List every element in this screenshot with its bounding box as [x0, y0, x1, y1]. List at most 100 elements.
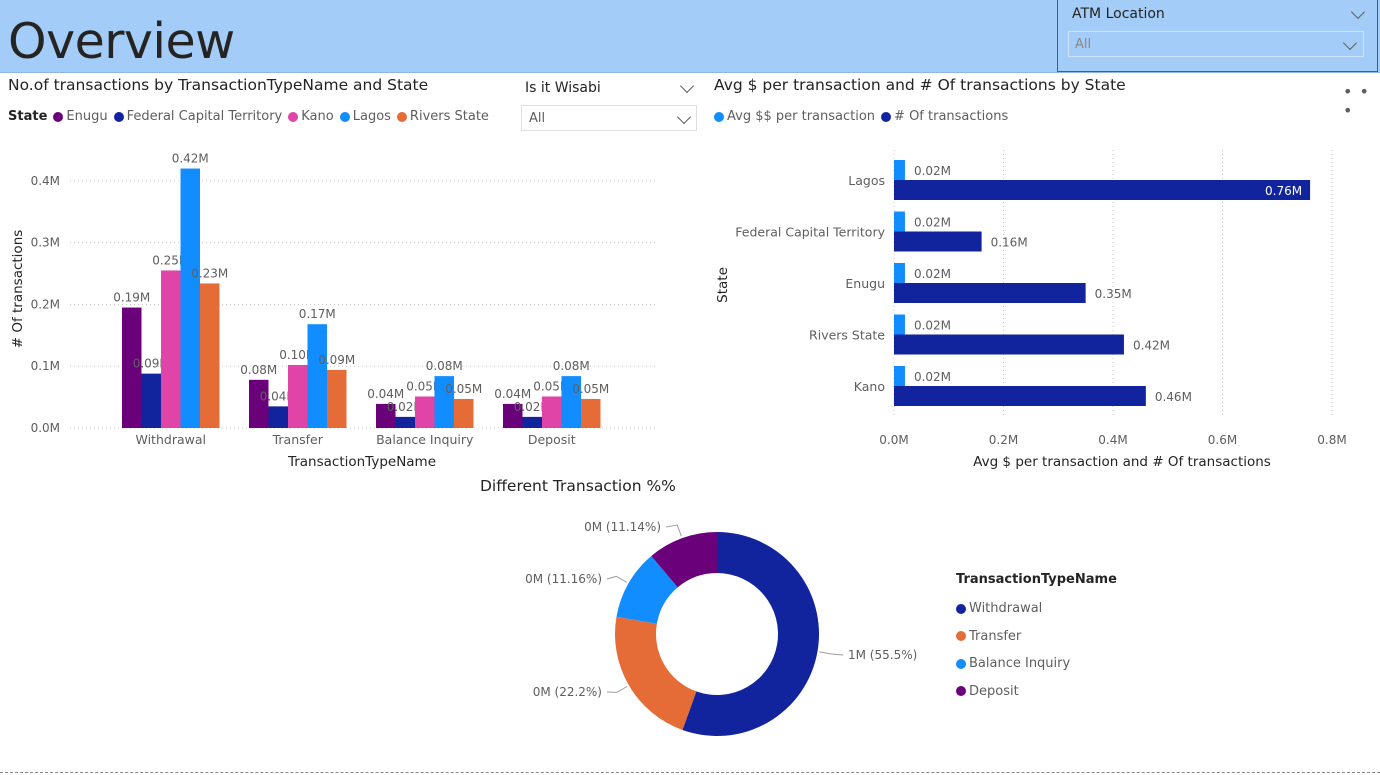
data-label: 0M (22.2%) — [533, 685, 602, 699]
legend-item-deposit[interactable]: Deposit — [956, 678, 1117, 706]
legend-item-avg[interactable]: Avg $$ per transaction — [714, 109, 875, 124]
data-label: 0.02M — [914, 319, 951, 333]
clustered-bar-chart[interactable]: 0.0M 0.2M 0.4M 0.6M 0.8M Lagos 0.02M 0.76M Feder… — [700, 130, 1380, 475]
bar-deposit-kano[interactable] — [542, 396, 562, 428]
bar-withdrawal-rivers-state[interactable] — [200, 283, 220, 428]
x-tick-label: 0.6M — [1208, 433, 1237, 447]
y-tick-label: 0.2M — [31, 297, 60, 311]
data-label: 0.42M — [172, 152, 209, 166]
data-label: 0.08M — [426, 359, 463, 373]
hbar-enugu-avg[interactable] — [894, 263, 905, 283]
donut-slice-transfer[interactable] — [615, 616, 697, 730]
data-label: 0.05M — [445, 382, 482, 396]
collapse-chevron-icon[interactable] — [1350, 4, 1366, 20]
data-label: 0.02M — [914, 267, 951, 281]
legend-dot-icon — [881, 111, 892, 122]
legend-dot-icon — [956, 603, 966, 614]
data-label: 0.16M — [991, 236, 1028, 250]
hbar-rivers-state-avg[interactable] — [894, 314, 905, 335]
data-label: 0.17M — [299, 307, 336, 321]
x-tick-label: Deposit — [528, 432, 576, 447]
atm-location-slicer[interactable]: ATM Location All — [1057, 0, 1378, 72]
legend-item-fct[interactable]: Federal Capital Territory — [113, 109, 282, 124]
legend-item-transfer[interactable]: Transfer — [956, 623, 1117, 651]
bar-deposit-federal-capital-territory[interactable] — [522, 416, 543, 428]
donut-legend-title: TransactionTypeName — [956, 572, 1117, 587]
more-options-icon[interactable]: • • • — [1343, 82, 1380, 120]
legend-item-withdrawal[interactable]: Withdrawal — [956, 595, 1117, 623]
hbar-enugu-count[interactable] — [894, 283, 1086, 303]
is-it-wisabi-slicer[interactable]: Is it Wisabi All — [521, 78, 698, 134]
data-label: 0.42M — [1133, 339, 1170, 353]
legend-dot-icon — [53, 111, 64, 122]
data-label: 0M (11.16%) — [525, 572, 602, 586]
bar-balance-inquiry-federal-capital-territory[interactable] — [395, 416, 416, 428]
legend-item-rivers[interactable]: Rivers State — [396, 109, 489, 124]
y-tick-label: Lagos — [848, 173, 885, 188]
data-label: 0M (11.14%) — [584, 520, 661, 534]
hbar-federal-capital-territory-avg[interactable] — [894, 211, 905, 232]
bar-balance-inquiry-kano[interactable] — [415, 396, 435, 428]
hbar-kano-avg[interactable] — [894, 366, 905, 386]
legend-dot-icon — [339, 111, 350, 122]
page-bottom-border — [0, 772, 1380, 773]
hbar-kano-count[interactable] — [894, 386, 1146, 406]
data-label: 0.08M — [553, 359, 590, 373]
legend-dot-icon — [956, 658, 966, 669]
x-tick-label: 0.2M — [989, 433, 1018, 447]
bar-transfer-federal-capital-territory[interactable] — [268, 406, 289, 428]
legend-item-kano[interactable]: Kano — [288, 109, 334, 124]
y-tick-label: 0.1M — [31, 359, 60, 373]
data-label: 0.19M — [113, 291, 150, 305]
legend-dot-icon — [288, 111, 299, 122]
data-label: 0.04M — [367, 387, 404, 401]
legend-dot-icon — [396, 111, 407, 122]
legend-label-enugu: Enugu — [66, 109, 108, 124]
y-tick-label: 0.0M — [31, 421, 60, 435]
chevron-down-icon[interactable] — [676, 109, 692, 125]
legend-label-withdrawal: Withdrawal — [969, 601, 1043, 617]
atm-location-dropdown[interactable]: All — [1068, 31, 1364, 57]
data-label: 0.02M — [914, 216, 951, 230]
x-tick-label: 0.0M — [879, 433, 908, 447]
legend-label-balance-inquiry: Balance Inquiry — [969, 656, 1071, 672]
legend-dot-icon — [956, 631, 966, 642]
legend-item-enugu[interactable]: Enugu — [53, 109, 108, 124]
bar-deposit-rivers-state[interactable] — [581, 398, 601, 428]
bar-withdrawal-lagos[interactable] — [180, 168, 201, 428]
hbar-lagos-avg[interactable] — [894, 160, 905, 180]
bar-transfer-lagos[interactable] — [307, 324, 328, 428]
legend-label-avg: Avg $$ per transaction — [727, 109, 876, 124]
bar-balance-inquiry-rivers-state[interactable] — [454, 398, 474, 428]
x-tick-label: Transfer — [272, 432, 324, 447]
donut-chart-title: Different Transaction %% — [480, 477, 676, 495]
legend-dot-icon — [113, 111, 124, 122]
bar-withdrawal-federal-capital-territory[interactable] — [141, 373, 162, 428]
legend-item-count[interactable]: # Of transactions — [881, 109, 1008, 124]
legend-item-lagos[interactable]: Lagos — [339, 109, 391, 124]
data-label: 0.23M — [191, 266, 228, 280]
bar-transfer-rivers-state[interactable] — [327, 369, 347, 428]
collapse-chevron-icon[interactable] — [679, 78, 695, 94]
is-it-wisabi-dropdown[interactable]: All — [521, 105, 697, 131]
atm-location-slicer-title: ATM Location — [1072, 6, 1165, 22]
data-label: 0.02M — [914, 370, 951, 384]
hbar-lagos-count[interactable] — [894, 180, 1311, 200]
is-it-wisabi-value: All — [529, 111, 546, 126]
chevron-down-icon[interactable] — [1342, 35, 1358, 51]
leader-line — [606, 575, 628, 583]
hbar-rivers-state-count[interactable] — [894, 334, 1124, 355]
is-it-wisabi-slicer-title: Is it Wisabi — [525, 80, 601, 96]
data-label: 0.08M — [240, 363, 277, 377]
bar-transfer-kano[interactable] — [288, 364, 308, 428]
data-label: 0.46M — [1155, 390, 1192, 404]
bar-transfer-enugu[interactable] — [249, 379, 269, 428]
bar-withdrawal-kano[interactable] — [161, 270, 181, 428]
x-tick-label: 0.8M — [1317, 433, 1346, 447]
legend-item-balance-inquiry[interactable]: Balance Inquiry — [956, 650, 1117, 678]
donut-chart[interactable]: 1M (55.5%) 0M (22.2%) 0M (11.16%) 0M (11.14… — [480, 505, 950, 765]
leader-line — [819, 651, 844, 656]
data-label: 0.02M — [914, 164, 951, 178]
clustered-column-chart[interactable]: 0.0M0.1M0.2M0.3M0.4M0.19M0.09M0.25M0.42M… — [0, 130, 700, 475]
hbar-federal-capital-territory-count[interactable] — [894, 231, 982, 252]
